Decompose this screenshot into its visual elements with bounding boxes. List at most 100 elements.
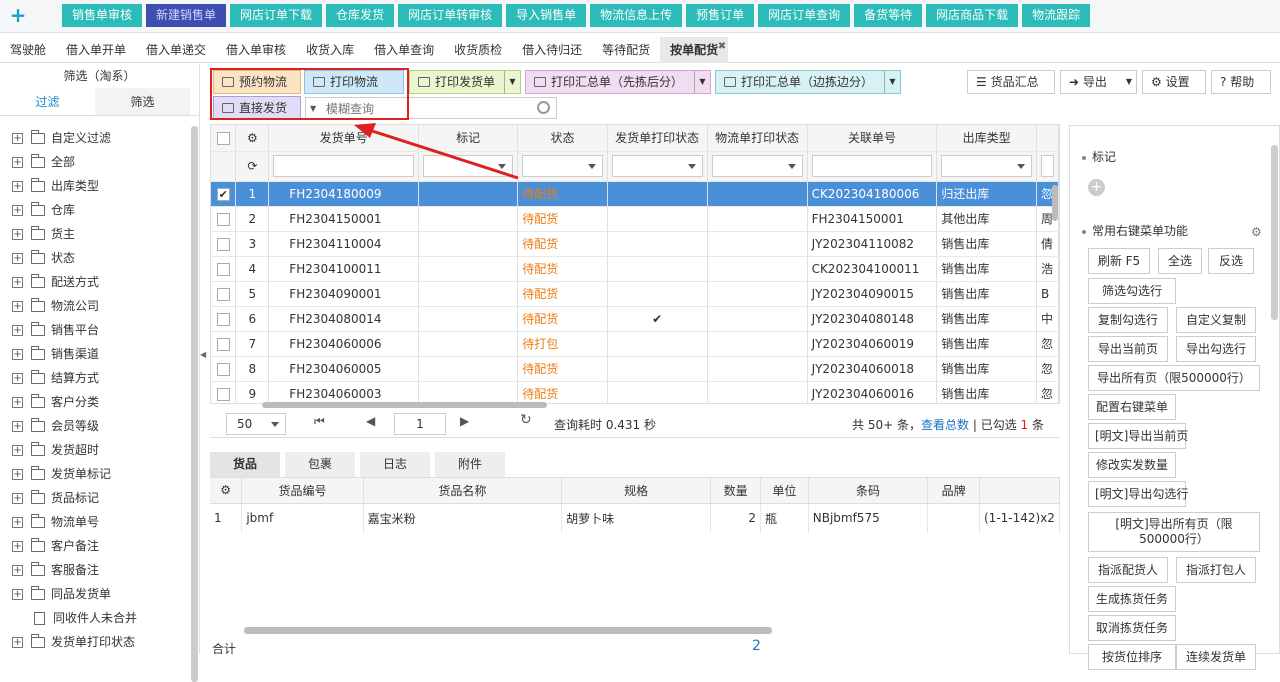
- filter-tree-item[interactable]: + 出库类型: [0, 174, 190, 198]
- filter-tree-item[interactable]: + 货主: [0, 222, 190, 246]
- filter-tree-item[interactable]: + 货品标记: [0, 486, 190, 510]
- context-menu-button[interactable]: 取消拣货任务: [1088, 615, 1176, 641]
- help-button[interactable]: ? 帮助: [1211, 70, 1271, 94]
- prev-page-icon[interactable]: ◀: [366, 414, 375, 428]
- table-row[interactable]: ✔ 1 FH2304180009 待配货 CK202304180006 归还出库忽: [211, 181, 1059, 207]
- expand-icon[interactable]: +: [12, 252, 23, 264]
- gear-icon[interactable]: ⚙: [1251, 225, 1262, 239]
- table-row[interactable]: 3 FH2304110004 待配货 JY202304110082 销售出库倩: [211, 231, 1059, 257]
- filter-tree-item[interactable]: + 销售平台: [0, 318, 190, 342]
- top-tab[interactable]: 备货等待: [854, 4, 923, 27]
- add-mark-icon[interactable]: +: [1088, 179, 1105, 196]
- gear-icon[interactable]: ⚙: [220, 483, 231, 497]
- table-row[interactable]: 6 FH2304080014 待配货 ✔ JY202304080148 销售出库中: [211, 306, 1059, 332]
- detail-h-scrollbar[interactable]: [244, 627, 772, 634]
- row-checkbox[interactable]: [216, 362, 230, 376]
- subtab[interactable]: 收货质检: [444, 37, 512, 63]
- expand-icon[interactable]: +: [12, 228, 23, 240]
- filter-tree-item[interactable]: + 会员等级: [0, 414, 190, 438]
- tab-attachment[interactable]: 附件: [435, 452, 505, 477]
- context-menu-button[interactable]: 修改实发数量: [1088, 452, 1176, 478]
- context-menu-button[interactable]: 指派打包人: [1176, 557, 1256, 583]
- goods-summary-button[interactable]: ☰ 货品汇总: [967, 70, 1055, 94]
- col-header-delivery-print[interactable]: 发货单打印状态: [607, 125, 708, 152]
- filter-tree-item[interactable]: + 同品发货单: [0, 582, 190, 606]
- grid-h-scrollbar[interactable]: [262, 402, 547, 408]
- tab-screen[interactable]: 筛选: [95, 88, 190, 115]
- close-icon[interactable]: ✖: [718, 34, 726, 60]
- filter-tree-item[interactable]: + 全部: [0, 150, 190, 174]
- context-menu-button[interactable]: 复制勾选行: [1088, 307, 1168, 333]
- context-menu-button[interactable]: 配置右键菜单: [1088, 394, 1176, 420]
- expand-icon[interactable]: +: [12, 276, 23, 288]
- col-header-qty[interactable]: 数量: [710, 478, 761, 504]
- grid-v-scrollbar[interactable]: [1052, 185, 1058, 221]
- filter-tree-item[interactable]: 同收件人未合并: [0, 606, 190, 630]
- view-total-link[interactable]: 查看总数: [921, 418, 969, 432]
- expand-icon[interactable]: +: [12, 372, 23, 384]
- context-menu-button[interactable]: 生成拣货任务: [1088, 586, 1176, 612]
- filter-tree-item[interactable]: + 客户分类: [0, 390, 190, 414]
- subtab[interactable]: 借入单查询: [364, 37, 444, 63]
- col-header-ref-no[interactable]: 关联单号: [807, 125, 938, 152]
- col-header-mark[interactable]: 标记: [418, 125, 519, 152]
- top-tab[interactable]: 销售单审核: [62, 4, 143, 27]
- left-scrollbar[interactable]: [191, 126, 198, 682]
- col-header-outbound-type[interactable]: 出库类型: [936, 125, 1037, 152]
- col-header-delivery-no[interactable]: 发货单号: [268, 125, 419, 152]
- print-delivery-button[interactable]: 打印发货单 ▼: [409, 70, 521, 94]
- context-menu-button[interactable]: 全选: [1158, 248, 1202, 274]
- col-header-status[interactable]: 状态: [517, 125, 608, 152]
- expand-icon[interactable]: +: [12, 492, 23, 504]
- expand-icon[interactable]: +: [12, 540, 23, 552]
- top-tab[interactable]: 预售订单: [686, 4, 755, 27]
- col-header-goods-name[interactable]: 货品名称: [363, 478, 563, 504]
- col-header-goods-code[interactable]: 货品编号: [241, 478, 364, 504]
- filter-tree-item[interactable]: + 物流公司: [0, 294, 190, 318]
- context-menu-button[interactable]: [明文]导出当前页: [1088, 423, 1188, 449]
- expand-icon[interactable]: +: [12, 444, 23, 456]
- add-icon[interactable]: +: [8, 5, 28, 25]
- filter-delivery-print[interactable]: [611, 155, 703, 177]
- filter-delivery-no[interactable]: [273, 155, 414, 177]
- detail-row[interactable]: 1 jbmf 嘉宝米粉 胡萝卜味 2 瓶 NBjbmf575 (1-1-142)…: [210, 503, 1060, 533]
- expand-icon[interactable]: +: [12, 324, 23, 336]
- first-page-icon[interactable]: ⏮: [314, 414, 325, 429]
- col-header-unit[interactable]: 单位: [760, 478, 809, 504]
- subtab[interactable]: 借入待归还: [512, 37, 592, 63]
- table-row[interactable]: 8 FH2304060005 待配货 JY202304060018 销售出库忽: [211, 356, 1059, 382]
- top-tab[interactable]: 网店订单查询: [758, 4, 851, 27]
- row-checkbox[interactable]: [216, 287, 230, 301]
- context-menu-button[interactable]: 导出勾选行: [1176, 336, 1256, 362]
- table-row[interactable]: 9 FH2304060003 待配货 JY202304060016 销售出库忽: [211, 381, 1059, 403]
- filter-tree-item[interactable]: + 状态: [0, 246, 190, 270]
- page-number-input[interactable]: 1: [394, 413, 446, 435]
- tab-filter[interactable]: 过滤: [0, 88, 95, 115]
- refresh-icon[interactable]: ⟳: [235, 151, 270, 182]
- expand-icon[interactable]: +: [12, 396, 23, 408]
- top-tab[interactable]: 物流跟踪: [1022, 4, 1091, 27]
- context-menu-button[interactable]: 导出所有页（限500000行）: [1088, 365, 1260, 391]
- col-header-spec[interactable]: 规格: [561, 478, 712, 504]
- print-summary-pick-while-button[interactable]: 打印汇总单（边拣边分） ▼: [715, 70, 901, 94]
- expand-icon[interactable]: +: [12, 588, 23, 600]
- filter-tree-item[interactable]: + 客户备注: [0, 534, 190, 558]
- right-scrollbar[interactable]: [1271, 145, 1278, 320]
- subtab[interactable]: 借入单递交: [136, 37, 216, 63]
- tab-log[interactable]: 日志: [360, 452, 430, 477]
- top-tab-selected[interactable]: 新建销售单: [146, 4, 227, 27]
- top-tab[interactable]: 仓库发货: [326, 4, 395, 27]
- gear-icon[interactable]: ⚙: [247, 131, 258, 145]
- filter-tree-item[interactable]: + 结算方式: [0, 366, 190, 390]
- print-summary-pick-first-button[interactable]: 打印汇总单（先拣后分） ▼: [525, 70, 711, 94]
- context-menu-button[interactable]: 反选: [1208, 248, 1254, 274]
- context-menu-button[interactable]: 按货位排序: [1088, 644, 1176, 670]
- filter-tree-item[interactable]: + 自定义过滤: [0, 126, 190, 150]
- expand-icon[interactable]: +: [12, 420, 23, 432]
- select-all-checkbox[interactable]: [216, 131, 230, 145]
- export-button[interactable]: ➜ 导出 ▼: [1060, 70, 1137, 94]
- context-menu-button[interactable]: 连续发货单: [1176, 644, 1256, 670]
- expand-icon[interactable]: +: [12, 204, 23, 216]
- filter-more[interactable]: [1040, 155, 1054, 177]
- context-menu-button[interactable]: 筛选勾选行: [1088, 278, 1176, 304]
